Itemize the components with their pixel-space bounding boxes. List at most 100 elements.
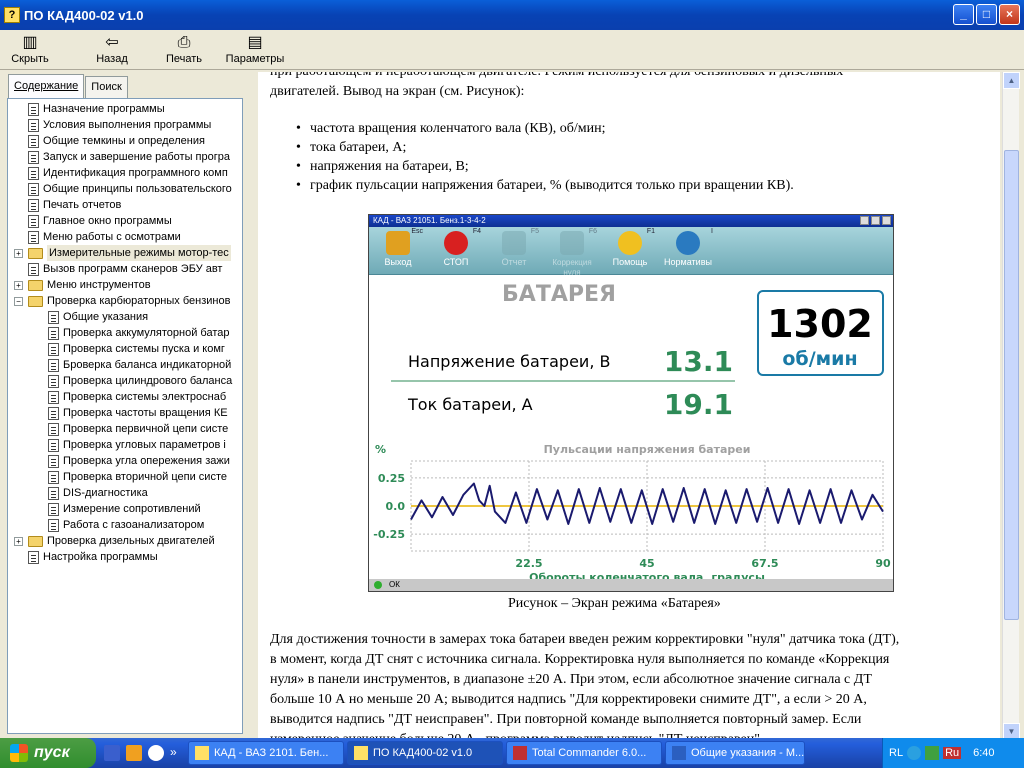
quick-launch: » <box>96 745 188 761</box>
document-icon <box>48 390 59 404</box>
mode-title: БАТАРЕЯ <box>502 282 616 307</box>
hide-button[interactable]: ▥ Скрыть <box>0 30 60 69</box>
tree-item[interactable]: Броверка баланса индикаторной <box>48 357 231 373</box>
paragraph-line: Для достижения точности в замерах тока б… <box>270 632 900 647</box>
tree-item[interactable]: DIS-диагностика <box>48 485 148 501</box>
taskbar-item[interactable]: ПО КАД400-02 v1.0 <box>347 741 503 765</box>
save-icon[interactable] <box>104 745 120 761</box>
tree-item-label: Идентификация программного комп <box>43 167 228 179</box>
tree-item[interactable]: − Проверка карбюраторных бензинов <box>14 293 230 309</box>
tree-item[interactable]: Печать отчетов <box>28 197 121 213</box>
tree-item[interactable]: Главное окно программы <box>28 213 172 229</box>
figure-toolbar-button: Esc Выход <box>369 227 427 274</box>
tab-contents[interactable]: Содержание <box>8 74 85 98</box>
tree-item[interactable]: Проверка системы пуска и комг <box>48 341 225 357</box>
tree-item-label: Вызов программ сканеров ЭБУ авт <box>43 263 223 275</box>
document-icon <box>28 118 39 132</box>
tree-item[interactable]: Проверка первичной цепи систе <box>48 421 228 437</box>
maximize-button[interactable]: □ <box>976 4 997 25</box>
figure-toolbar-label: Нормативы <box>664 257 712 267</box>
voltage-value: 13.1 <box>664 345 733 378</box>
tree-item[interactable]: Общие темкины и определения <box>28 133 205 149</box>
tree-item[interactable]: Проверка угла опережения зажи <box>48 453 230 469</box>
tree-item[interactable]: Назначение программы <box>28 101 165 117</box>
figure-title: КАД - ВАЗ 21051. Бенз.1-3-4-2 <box>373 216 486 225</box>
tree-item-label: Проверка цилиндрового баланса <box>63 375 233 387</box>
tree-item-label: Проверка угла опережения зажи <box>63 455 230 467</box>
document-icon <box>28 214 39 228</box>
tree-item-label: Проверка системы пуска и комг <box>63 343 225 355</box>
bullet-item: напряжения на батареи, В; <box>296 159 469 175</box>
tree-item[interactable]: Проверка цилиндрового баланса <box>48 373 232 389</box>
expand-icon[interactable]: + <box>14 280 23 290</box>
clock: 6:40 <box>973 747 995 759</box>
input-language-indicator[interactable]: Ru <box>943 747 962 759</box>
hotkey-label: F1 <box>646 228 655 235</box>
figure-close-icon <box>882 216 891 225</box>
tree-item[interactable]: Работа с газоанализатором <box>48 517 204 533</box>
tree-item[interactable]: Настройка программы <box>28 549 158 565</box>
network-icon[interactable] <box>907 746 922 760</box>
media-player-icon[interactable] <box>148 745 164 761</box>
document-icon <box>48 358 59 372</box>
vertical-scrollbar[interactable]: ▲ ▼ <box>1002 72 1020 740</box>
app-shortcut-icon[interactable] <box>126 745 142 761</box>
tree-item[interactable]: Проверка вторичной цепи систе <box>48 469 227 485</box>
tree-item-label: Проверка системы электроснаб <box>63 391 227 403</box>
tree-item[interactable]: Проверка аккумуляторной батар <box>48 325 230 341</box>
taskbar-item[interactable]: Общие указания - M... <box>665 741 805 765</box>
tree-item[interactable]: Проверка частоты вращения КЕ <box>48 405 228 421</box>
book-icon <box>28 279 43 291</box>
scroll-thumb[interactable] <box>1004 150 1019 620</box>
options-button[interactable]: ▤ Параметры <box>220 30 290 69</box>
word-icon <box>672 746 686 760</box>
expand-icon[interactable]: + <box>14 536 23 546</box>
language-indicator[interactable]: RL <box>889 747 903 759</box>
scroll-up-button[interactable]: ▲ <box>1003 72 1020 89</box>
bullet-item: тока батареи, А; <box>296 140 406 156</box>
hotkey-label: F4 <box>472 228 481 235</box>
tree-item[interactable]: Измерение сопротивлений <box>48 501 201 517</box>
intro-line: при работающем и неработающем двигателе.… <box>270 72 843 80</box>
collapse-icon[interactable]: − <box>14 296 23 306</box>
close-button[interactable]: × <box>999 4 1020 25</box>
y-axis-label: % <box>375 443 386 456</box>
document-icon <box>48 486 59 500</box>
document-icon <box>48 438 59 452</box>
window-title: ПО КАД400-02 v1.0 <box>24 7 144 23</box>
open-book-icon <box>28 295 43 307</box>
tree-item[interactable]: Проверка системы электроснаб <box>48 389 226 405</box>
total-commander-icon <box>513 746 527 760</box>
tree-item[interactable]: Общие принципы пользовательского <box>28 181 232 197</box>
minimize-button[interactable]: _ <box>953 4 974 25</box>
tree-item[interactable]: + Меню инструментов <box>14 277 151 293</box>
print-button[interactable]: ⎙ Печать <box>154 30 214 69</box>
document-icon <box>28 262 39 276</box>
tree-item[interactable]: Условия выполнения программы <box>28 117 211 133</box>
tree-item[interactable]: Идентификация программного комп <box>28 165 228 181</box>
tree-item[interactable]: Меню работы с осмотрами <box>28 229 181 245</box>
tree-item[interactable]: Проверка угловых параметров і <box>48 437 226 453</box>
tree-item-label: Главное окно программы <box>43 215 172 227</box>
tree-item[interactable]: Вызов программ сканеров ЭБУ авт <box>28 261 222 277</box>
bullet-item: частота вращения коленчатого вала (КВ), … <box>296 121 605 137</box>
tree-item[interactable]: + Измерительные режимы мотор-тес <box>14 245 231 261</box>
document-icon <box>48 470 59 484</box>
document-icon <box>28 166 39 180</box>
x-tick-label: 45 <box>639 557 654 570</box>
x-tick-label: 67.5 <box>751 557 778 570</box>
expand-icon[interactable]: + <box>14 248 23 258</box>
taskbar-item[interactable]: Total Commander 6.0... <box>506 741 662 765</box>
figure-caption: Рисунок – Экран режима «Батарея» <box>508 596 721 611</box>
tab-search[interactable]: Поиск <box>85 76 128 98</box>
tree-item-label: Проверка частоты вращения КЕ <box>63 407 228 419</box>
tree-item[interactable]: Запуск и завершение работы програ <box>28 149 230 165</box>
tree-item[interactable]: + Проверка дизельных двигателей <box>14 533 215 549</box>
taskbar-item[interactable]: КАД - ВАЗ 2101. Бен... <box>188 741 344 765</box>
chevron-icon[interactable]: » <box>170 745 180 761</box>
back-button[interactable]: ⇦ Назад <box>82 30 142 69</box>
start-button[interactable]: пуск <box>0 738 96 768</box>
tree-item[interactable]: Общие указания <box>48 309 148 325</box>
windows-logo-icon <box>10 744 28 762</box>
tray-app-icon[interactable] <box>925 746 940 760</box>
